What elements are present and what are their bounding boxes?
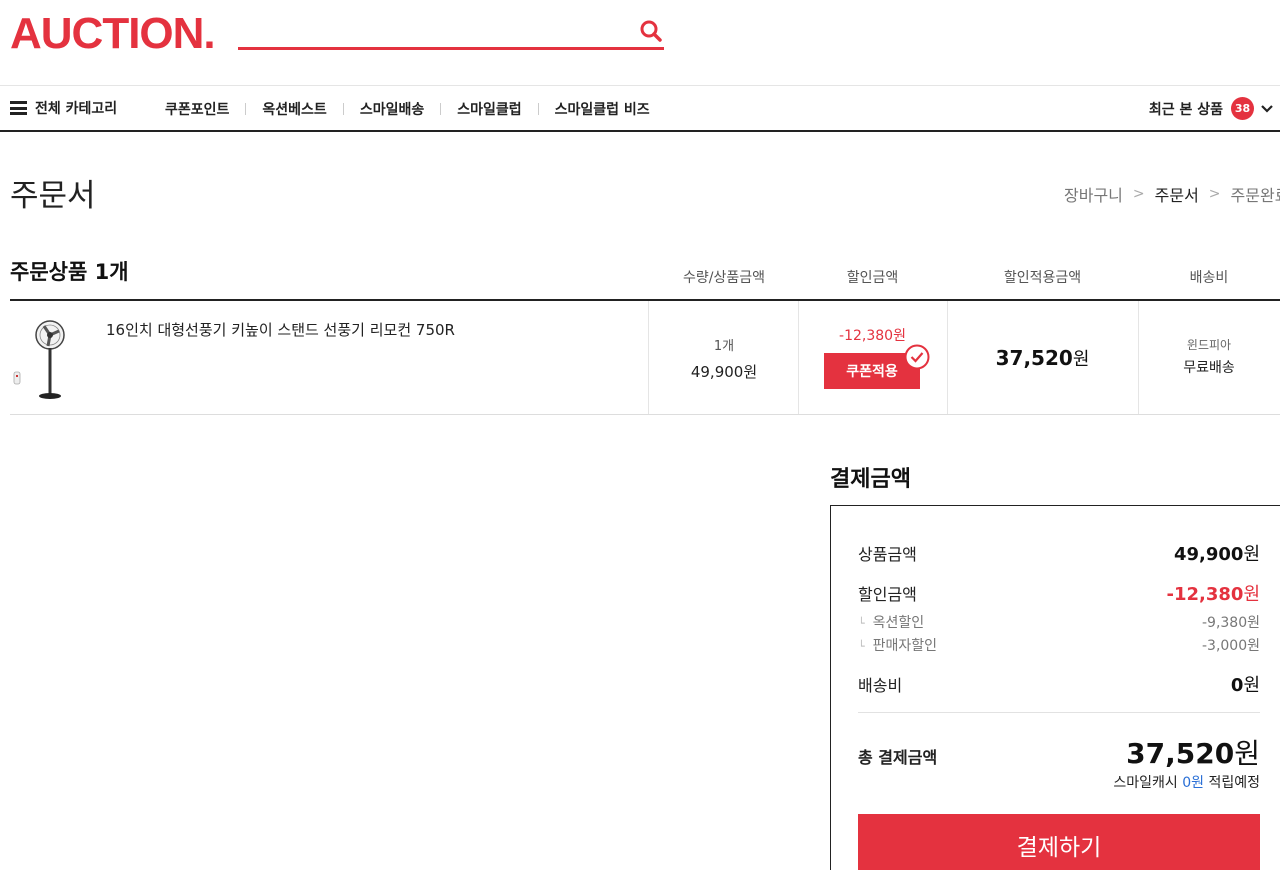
total-label: 총 결제금액 <box>858 748 938 767</box>
pay-button[interactable]: 결제하기 <box>858 814 1260 870</box>
product-name[interactable]: 16인치 대형선풍기 키높이 스탠드 선풍기 리모컨 750R <box>106 319 455 340</box>
nav-divider <box>245 103 247 115</box>
chevron-right-icon: > <box>1132 186 1145 202</box>
shipping-fee: 무료배송 <box>1183 360 1235 376</box>
smile-cash-note: 스마일캐시 0원 적립예정 <box>1113 775 1260 791</box>
item-final-value: 37,520 <box>995 346 1073 370</box>
recent-products-label: 최근 본 상품 <box>1148 101 1223 118</box>
discount-amount-value: -12,380원 <box>1166 584 1261 605</box>
item-discount: -12,380원 <box>839 328 906 344</box>
product-image[interactable] <box>12 317 72 401</box>
sub-discount-seller: 판매자할인 -3,000원 <box>858 635 1260 655</box>
shipping-label: 배송비 <box>858 676 903 695</box>
sub-discount-label: 판매자할인 <box>858 635 937 655</box>
step-order: 주문서 <box>1154 186 1199 205</box>
nav-divider <box>537 103 539 115</box>
recent-products-button[interactable]: 최근 본 상품 38 <box>1149 97 1274 120</box>
item-price: 49,900원 <box>690 363 758 381</box>
order-section-title: 주문상품 1개 <box>10 260 129 284</box>
chevron-right-icon: > <box>1208 186 1221 202</box>
total-row: 총 결제금액 37,520원 <box>858 732 1260 772</box>
currency-unit: 원 <box>1072 349 1090 370</box>
product-amount-label: 상품금액 <box>858 545 917 564</box>
order-item-row: 16인치 대형선풍기 키높이 스탠드 선풍기 리모컨 750R 1개 49,90… <box>10 301 1280 415</box>
payment-title: 결제금액 <box>830 467 911 492</box>
nav-divider <box>342 103 344 115</box>
step-complete: 주문완료 <box>1230 186 1280 205</box>
cell-divider <box>648 301 649 414</box>
recent-count-badge: 38 <box>1231 97 1254 120</box>
nav-item-smile-club-biz[interactable]: 스마일클럽 비즈 <box>555 99 650 119</box>
payment-summary: 상품금액 49,900원 할인금액 -12,380원 옥션할인 -9,380원 … <box>830 505 1280 870</box>
nav-item-auction-best[interactable]: 옥션베스트 <box>262 99 326 119</box>
check-circle-icon <box>904 344 930 370</box>
page-title: 주문서 <box>10 178 96 214</box>
seller-name: 윈드피아 <box>1186 338 1232 352</box>
discount-amount-label: 할인금액 <box>858 585 917 604</box>
col-qty-price: 수량/상품금액 <box>683 270 765 286</box>
sub-discount-value: -3,000원 <box>1201 638 1260 654</box>
item-final-amount: 37,520원 <box>947 345 1138 371</box>
summary-divider <box>858 712 1260 713</box>
all-category-button[interactable]: 전체 카테고리 <box>10 98 117 118</box>
col-final-amount: 할인적용금액 <box>1003 270 1082 286</box>
menu-icon <box>10 101 27 115</box>
shipping-value: 0원 <box>1230 675 1260 696</box>
sub-discount-auction: 옥션할인 -9,380원 <box>858 612 1260 632</box>
nav-item-smile-delivery[interactable]: 스마일배송 <box>360 99 424 119</box>
nav-divider <box>440 103 442 115</box>
shipping-row: 배송비 0원 <box>858 671 1260 697</box>
discount-amount-row: 할인금액 -12,380원 <box>858 580 1260 606</box>
col-shipping: 배송비 <box>1189 270 1229 286</box>
col-discount: 할인금액 <box>846 270 899 286</box>
product-amount-row: 상품금액 49,900원 <box>858 540 1260 566</box>
auction-logo[interactable]: AUCTION. <box>10 12 216 56</box>
search-input[interactable] <box>238 16 628 46</box>
item-quantity: 1개 <box>713 339 735 354</box>
chevron-down-icon <box>1261 104 1273 113</box>
all-category-label: 전체 카테고리 <box>35 101 118 117</box>
nav-item-coupon-point[interactable]: 쿠폰포인트 <box>165 99 229 119</box>
cell-divider <box>798 301 799 414</box>
sub-discount-label: 옥션할인 <box>858 612 925 632</box>
sub-discount-value: -9,380원 <box>1201 615 1260 631</box>
total-value: 37,520원 <box>1126 737 1260 770</box>
search-icon[interactable] <box>638 18 664 44</box>
nav-item-smile-club[interactable]: 스마일클럽 <box>457 99 521 119</box>
step-cart: 장바구니 <box>1064 186 1123 205</box>
product-amount-value: 49,900원 <box>1173 544 1260 565</box>
breadcrumb: 장바구니 > 주문서 > 주문완료 <box>1064 182 1280 206</box>
nav-menu: 쿠폰포인트 옥션베스트 스마일배송 스마일클럽 스마일클럽 비즈 <box>165 99 650 119</box>
main-nav: 전체 카테고리 쿠폰포인트 옥션베스트 스마일배송 스마일클럽 스마일클럽 비즈… <box>0 85 1280 132</box>
search-bar <box>238 16 664 50</box>
smile-cash-amount: 0원 <box>1182 775 1205 791</box>
